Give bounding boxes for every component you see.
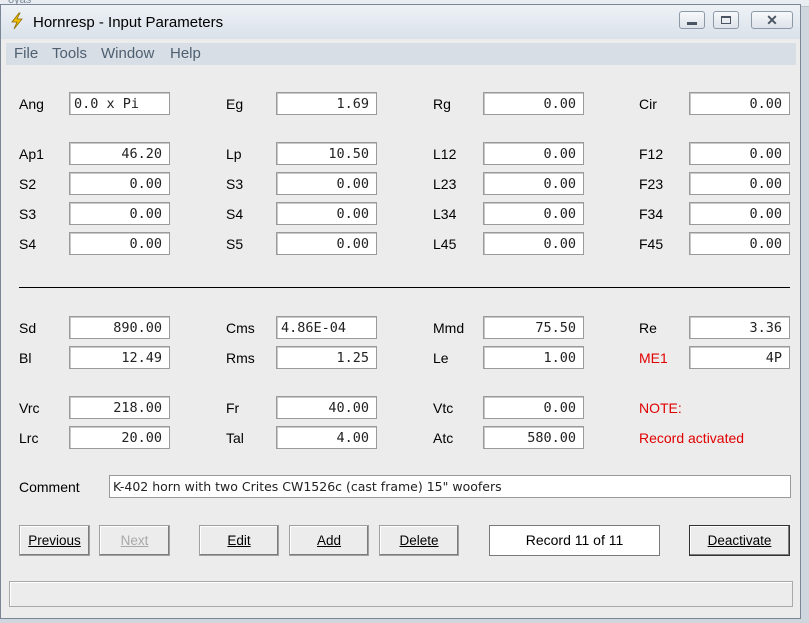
menu-file[interactable]: File (14, 45, 38, 62)
input-parameters-window: Hornresp - Input Parameters ✕ File Tools… (0, 4, 801, 619)
label-l45: L45 (433, 236, 457, 252)
maximize-icon (721, 16, 731, 24)
section-divider (19, 287, 790, 288)
label-re: Re (639, 320, 657, 336)
delete-button[interactable]: Delete (379, 525, 459, 556)
label-rg: Rg (433, 96, 451, 112)
field-lp[interactable]: 10.50 (276, 142, 377, 165)
add-button[interactable]: Add (289, 525, 369, 556)
menu-window[interactable]: Window (101, 45, 154, 62)
field-f12[interactable]: 0.00 (689, 142, 790, 165)
label-s5: S5 (226, 236, 244, 252)
field-mmd[interactable]: 75.50 (483, 316, 584, 339)
field-s4[interactable]: 0.00 (69, 232, 170, 255)
field-l34[interactable]: 0.00 (483, 202, 584, 225)
field-sd[interactable]: 890.00 (69, 316, 170, 339)
menu-bar: File Tools Window Help (6, 43, 796, 65)
field-l23[interactable]: 0.00 (483, 172, 584, 195)
label-fr: Fr (226, 400, 240, 416)
label-s4: S4 (19, 236, 37, 252)
edit-button[interactable]: Edit (199, 525, 279, 556)
comment-field[interactable]: K-402 horn with two Crites CW1526c (cast… (109, 475, 791, 498)
label-ang: Ang (19, 96, 44, 112)
parameters-panel: Ang 0.0 x Pi Eg 1.69 Rg 0.00 Cir 0.00 Ap… (6, 65, 796, 615)
label-s3: S3 (19, 206, 37, 222)
field-l12[interactable]: 0.00 (483, 142, 584, 165)
label-vrc: Vrc (19, 400, 40, 416)
label-bl: Bl (19, 350, 32, 366)
label-f12: F12 (639, 146, 664, 162)
field-fr[interactable]: 40.00 (276, 396, 377, 419)
label-sd: Sd (19, 320, 37, 336)
label-f34: F34 (639, 206, 664, 222)
field-s3-b[interactable]: 0.00 (276, 172, 377, 195)
field-s3[interactable]: 0.00 (69, 202, 170, 225)
label-lrc: Lrc (19, 430, 39, 446)
lightning-icon (11, 12, 23, 30)
field-lrc[interactable]: 20.00 (69, 426, 170, 449)
field-ap1[interactable]: 46.20 (69, 142, 170, 165)
next-button[interactable]: Next (99, 525, 170, 556)
close-button[interactable]: ✕ (751, 11, 793, 29)
field-s5[interactable]: 0.00 (276, 232, 377, 255)
field-s2[interactable]: 0.00 (69, 172, 170, 195)
note-title: NOTE: (639, 400, 682, 416)
field-bl[interactable]: 12.49 (69, 346, 170, 369)
field-ang[interactable]: 0.0 x Pi (69, 92, 170, 115)
label-rms: Rms (226, 350, 255, 366)
menu-help[interactable]: Help (170, 45, 201, 62)
field-cir[interactable]: 0.00 (689, 92, 790, 115)
label-vtc: Vtc (433, 400, 454, 416)
previous-button[interactable]: Previous (19, 525, 90, 556)
close-icon: ✕ (766, 12, 778, 28)
label-f23: F23 (639, 176, 664, 192)
minimize-icon (687, 21, 697, 25)
field-rms[interactable]: 1.25 (276, 346, 377, 369)
label-l12: L12 (433, 146, 457, 162)
minimize-button[interactable] (679, 11, 705, 29)
field-re[interactable]: 3.36 (689, 316, 790, 339)
field-atc[interactable]: 580.00 (483, 426, 584, 449)
label-le: Le (433, 350, 449, 366)
label-tal: Tal (226, 430, 244, 446)
note-text: Record activated (639, 430, 745, 446)
status-bar (9, 581, 793, 607)
label-cir: Cir (639, 96, 657, 112)
label-s2: S2 (19, 176, 37, 192)
label-eg: Eg (226, 96, 244, 112)
label-ap1: Ap1 (19, 146, 44, 162)
field-vrc[interactable]: 218.00 (69, 396, 170, 419)
field-s4-b[interactable]: 0.00 (276, 202, 377, 225)
field-cms[interactable]: 4.86E-04 (276, 316, 377, 339)
label-lp: Lp (226, 146, 242, 162)
maximize-button[interactable] (713, 11, 739, 29)
label-f45: F45 (639, 236, 664, 252)
label-l23: L23 (433, 176, 457, 192)
label-s3-b: S3 (226, 176, 244, 192)
field-eg[interactable]: 1.69 (276, 92, 377, 115)
title-bar[interactable]: Hornresp - Input Parameters ✕ (1, 5, 800, 39)
field-me1[interactable]: 4P (689, 346, 790, 369)
field-f34[interactable]: 0.00 (689, 202, 790, 225)
label-comment: Comment (19, 479, 80, 495)
record-indicator: Record 11 of 11 (489, 525, 660, 556)
deactivate-button[interactable]: Deactivate (689, 525, 790, 556)
label-l34: L34 (433, 206, 457, 222)
label-atc: Atc (433, 430, 454, 446)
field-rg[interactable]: 0.00 (483, 92, 584, 115)
menu-tools[interactable]: Tools (52, 45, 87, 62)
field-f45[interactable]: 0.00 (689, 232, 790, 255)
window-title: Hornresp - Input Parameters (33, 14, 224, 31)
field-vtc[interactable]: 0.00 (483, 396, 584, 419)
label-mmd: Mmd (433, 320, 465, 336)
label-cms: Cms (226, 320, 255, 336)
field-f23[interactable]: 0.00 (689, 172, 790, 195)
field-tal[interactable]: 4.00 (276, 426, 377, 449)
label-s4-b: S4 (226, 206, 244, 222)
field-le[interactable]: 1.00 (483, 346, 584, 369)
label-me1: ME1 (639, 350, 668, 366)
field-l45[interactable]: 0.00 (483, 232, 584, 255)
